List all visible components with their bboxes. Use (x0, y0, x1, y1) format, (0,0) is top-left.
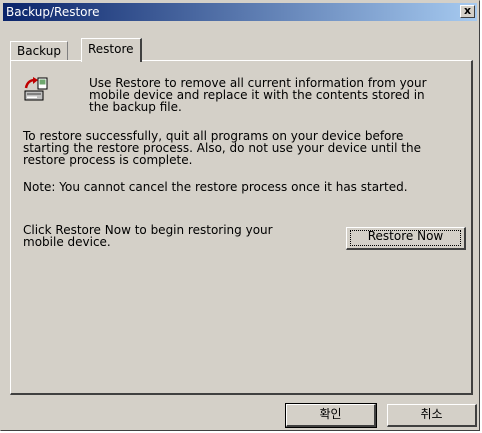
restore-now-hint: Click Restore Now to begin restoring you… (23, 224, 323, 248)
restore-to-device-icon (24, 77, 48, 101)
restore-now-button[interactable]: Restore Now (346, 227, 466, 250)
focus-ring (350, 230, 461, 246)
close-button[interactable]: x (460, 5, 475, 18)
backup-restore-dialog: Backup/Restore x Backup Restore Use Rest… (0, 0, 480, 431)
restore-instructions-line: restore process is complete. (23, 153, 193, 167)
tab-backup[interactable]: Backup (10, 41, 68, 60)
restore-note: Note: You cannot cancel the restore proc… (23, 180, 408, 194)
ok-button[interactable]: 확인 (285, 403, 377, 428)
window-title: Backup/Restore (6, 5, 100, 19)
restore-instructions: To restore successfully, quit all progra… (23, 130, 463, 166)
restore-now-hint-line: mobile device. (23, 235, 111, 249)
restore-description: Use Restore to remove all current inform… (89, 77, 464, 113)
cancel-button[interactable]: 취소 (387, 404, 477, 427)
restore-description-line: the backup file. (89, 100, 182, 114)
tab-restore[interactable]: Restore (81, 38, 142, 62)
title-bar[interactable]: Backup/Restore x (3, 3, 477, 21)
